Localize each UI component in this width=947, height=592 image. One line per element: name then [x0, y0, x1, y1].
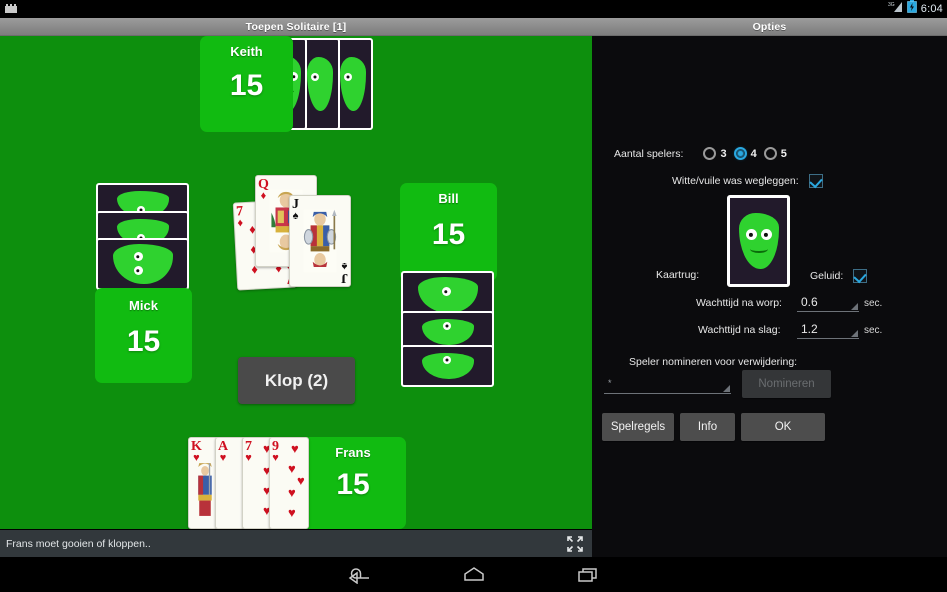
blob-icon — [421, 353, 474, 379]
android-status-bar: 3G 6:04 — [0, 0, 947, 18]
game-status-bar: Frans moet gooien of kloppen.. — [0, 529, 592, 557]
cardback-row: Kaartrug: — [656, 269, 699, 281]
nominate-row: Speler nomineren voor verwijdering: — [629, 356, 797, 368]
trick-pile: 7 ♦ 7 ♦ ♦ ♦ ♦ ♦ ♦ ♦ ♦ Q ♦ — [232, 171, 365, 316]
player-frans[interactable]: Frans 15 K ♥ A ♥ 7 ♥ ♥ ♥ ♥ ♥ 9 ♥ ♥ ♥ ♥ ♥… — [188, 437, 406, 529]
rules-button-label: Spelregels — [610, 421, 666, 433]
player-score: 15 — [336, 468, 370, 501]
card-back — [401, 345, 494, 387]
player-keith[interactable]: Keith 15 — [200, 36, 375, 132]
fullscreen-icon[interactable] — [566, 535, 584, 553]
app-title-bar: Toepen Solitaire [1] Opties — [0, 18, 947, 36]
home-icon[interactable] — [457, 562, 491, 588]
options-panel: Aantal spelers: 3 4 5 Witte/vuile was we… — [592, 36, 947, 557]
nominate-spinner-value: * — [608, 377, 612, 388]
wait-trick-value: 1.2 — [801, 321, 818, 336]
player-score: 15 — [126, 325, 161, 358]
info-button-label: Info — [697, 421, 718, 433]
android-nav-bar — [0, 557, 947, 592]
discard-laundry-checkbox[interactable] — [808, 174, 823, 188]
screen: 3G 6:04 Toepen Solitaire [1] Opties Keit… — [0, 0, 947, 592]
radio-players-5-label: 5 — [780, 147, 787, 160]
signal-3g-icon: 3G — [888, 0, 903, 18]
wait-throw-row: Wachttijd na worp: — [696, 297, 782, 309]
blob-icon — [307, 57, 333, 111]
radio-players-5[interactable] — [763, 147, 777, 160]
card-corner: 7 ♥ — [245, 439, 252, 464]
cardback-preview[interactable] — [727, 195, 790, 287]
player-name: Keith — [230, 44, 263, 59]
info-button[interactable]: Info — [680, 413, 735, 441]
blob-icon — [417, 277, 478, 313]
wait-throw-spinner[interactable]: 0.6 — [797, 292, 859, 312]
card-corner: J ♠ — [341, 260, 348, 285]
player-count-row: Aantal spelers: 3 4 5 — [614, 147, 794, 160]
nominate-button-label: Nomineren — [758, 378, 815, 390]
wait-throw-value: 0.6 — [801, 294, 818, 309]
ok-button[interactable]: OK — [741, 413, 825, 441]
wait-trick-label: Wachttijd na slag: — [698, 324, 781, 336]
radio-players-4[interactable] — [733, 147, 747, 160]
status-message: Frans moet gooien of kloppen.. — [6, 537, 151, 550]
jack-court-art — [303, 209, 337, 273]
sound-label: Geluid: — [810, 270, 844, 282]
nominate-spinner[interactable]: * — [604, 372, 731, 394]
status-clock: 6:04 — [920, 3, 943, 15]
blob-icon — [112, 244, 173, 284]
chevron-down-icon — [723, 385, 730, 392]
svg-text:3G: 3G — [888, 2, 895, 8]
card-corner: K ♥ — [191, 439, 202, 464]
radio-players-3-label: 3 — [720, 147, 727, 160]
rules-button[interactable]: Spelregels — [602, 413, 674, 441]
player-score: 15 — [431, 218, 466, 251]
blob-icon — [340, 57, 366, 111]
discard-laundry-row: Witte/vuile was wegleggen: — [672, 174, 823, 188]
recents-icon[interactable] — [571, 562, 605, 588]
nominate-label: Speler nomineren voor verwijdering: — [629, 356, 798, 368]
player-count-label: Aantal spelers: — [614, 147, 684, 160]
player-score: 15 — [229, 69, 264, 102]
battery-charging-icon — [906, 0, 917, 18]
cardback-label: Kaartrug: — [656, 269, 700, 281]
back-icon[interactable] — [343, 562, 377, 588]
card-back — [96, 238, 189, 290]
wait-trick-spinner[interactable]: 1.2 — [797, 319, 859, 339]
wait-throw-label: Wachttijd na worp: — [696, 297, 782, 309]
klop-button-label: Klop (2) — [264, 370, 329, 390]
radio-players-4-label: 4 — [750, 147, 757, 160]
ok-button-label: OK — [774, 421, 792, 433]
card-corner: 7 ♦ — [235, 204, 244, 230]
klop-button[interactable]: Klop (2) — [238, 357, 355, 404]
player-info-box: Frans 15 — [300, 437, 406, 529]
radio-players-3[interactable] — [703, 147, 717, 160]
card-corner: 9 ♥ — [272, 439, 279, 464]
played-card: J ♠ J ♠ — [289, 195, 351, 287]
wait-trick-row: Wachttijd na slag: — [698, 324, 780, 336]
player-info-box: Mick 15 — [95, 288, 192, 383]
sound-checkbox[interactable] — [853, 269, 868, 283]
player-info-box: Bill 15 — [400, 183, 497, 281]
player-info-box: Keith 15 — [200, 36, 293, 132]
chevron-down-icon — [851, 303, 858, 310]
game-title: Toepen Solitaire [1] — [245, 20, 347, 33]
hand-card[interactable]: 9 ♥ ♥ ♥ ♥ ♥ ♥ — [269, 437, 309, 529]
player-bill[interactable]: Bill 15 — [400, 183, 497, 393]
wait-trick-unit: sec. — [864, 325, 883, 336]
game-table: Keith 15 Mick 15 Bill 15 7 ♦ ♦ ♦ ♦ ♦ Q ♦… — [0, 36, 592, 529]
player-mick[interactable]: Mick 15 — [95, 183, 192, 383]
discard-laundry-label: Witte/vuile was wegleggen: — [672, 175, 799, 187]
blob-icon — [738, 213, 779, 269]
card-corner: A ♥ — [218, 439, 229, 464]
chevron-down-icon — [851, 330, 858, 337]
wait-throw-unit: sec. — [864, 298, 883, 309]
options-title: Opties — [752, 20, 787, 33]
player-name: Frans — [335, 445, 371, 460]
player-name: Mick — [129, 298, 158, 313]
nominate-button[interactable]: Nomineren — [742, 370, 831, 398]
sound-row: Geluid: — [810, 269, 868, 283]
blob-icon — [421, 319, 474, 345]
player-name: Bill — [438, 191, 459, 206]
app-notification-icon — [4, 2, 20, 16]
